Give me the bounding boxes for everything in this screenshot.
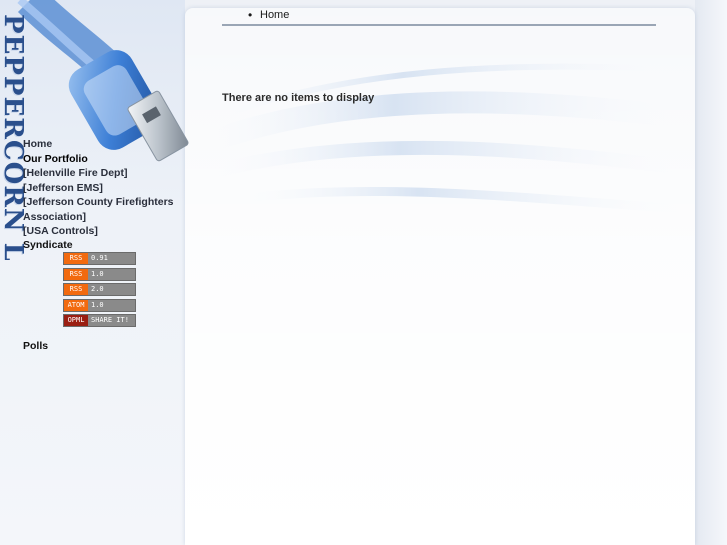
rss-20-feed-button[interactable]: RSS 2.0 xyxy=(63,283,136,296)
left-navigation: Home Our Portfolio [Helenville Fire Dept… xyxy=(23,137,174,239)
atom-badge-label: ATOM xyxy=(64,299,88,311)
syndicate-heading: Syndicate xyxy=(23,239,73,251)
rss-091-feed-button[interactable]: RSS 0.91 xyxy=(63,252,136,265)
nav-link-jefferson-county-firefighters-cont[interactable]: Association] xyxy=(23,211,86,223)
opml-share-button[interactable]: OPML SHARE IT! xyxy=(63,314,136,327)
nav-link-jefferson-county-firefighters[interactable]: [Jefferson County Firefighters xyxy=(23,196,174,208)
breadcrumb-item-home[interactable]: Home xyxy=(248,8,289,22)
nav-link-usa-controls[interactable]: [USA Controls] xyxy=(23,225,98,237)
nav-link-home[interactable]: Home xyxy=(23,138,52,150)
atom-10-feed-button[interactable]: ATOM 1.0 xyxy=(63,298,136,312)
rss-badge-label: RSS xyxy=(64,253,88,264)
rss-10-feed-button[interactable]: RSS 1.0 xyxy=(63,267,136,281)
rss-badge-version: 2.0 xyxy=(88,284,135,295)
polls-heading: Polls xyxy=(23,340,49,352)
empty-list-message: There are no items to display xyxy=(222,92,375,104)
opml-badge-label: OPML xyxy=(64,315,88,326)
nav-link-our-portfolio[interactable]: Our Portfolio xyxy=(23,153,88,165)
atom-badge-version: 1.0 xyxy=(88,299,135,311)
rss-badge-version: 1.0 xyxy=(88,268,135,280)
nav-link-helenville-fire-dept[interactable]: [Helenville Fire Dept] xyxy=(23,167,127,179)
breadcrumb: Home xyxy=(222,8,656,26)
feed-badges: RSS 0.91 RSS 1.0 RSS 2.0 ATOM 1.0 OPML S… xyxy=(63,252,136,330)
rss-badge-label: RSS xyxy=(64,268,88,280)
opml-badge-action: SHARE IT! xyxy=(88,315,135,326)
rss-badge-label: RSS xyxy=(64,284,88,295)
rss-badge-version: 0.91 xyxy=(88,253,135,264)
nav-link-jefferson-ems[interactable]: [Jefferson EMS] xyxy=(23,182,103,194)
